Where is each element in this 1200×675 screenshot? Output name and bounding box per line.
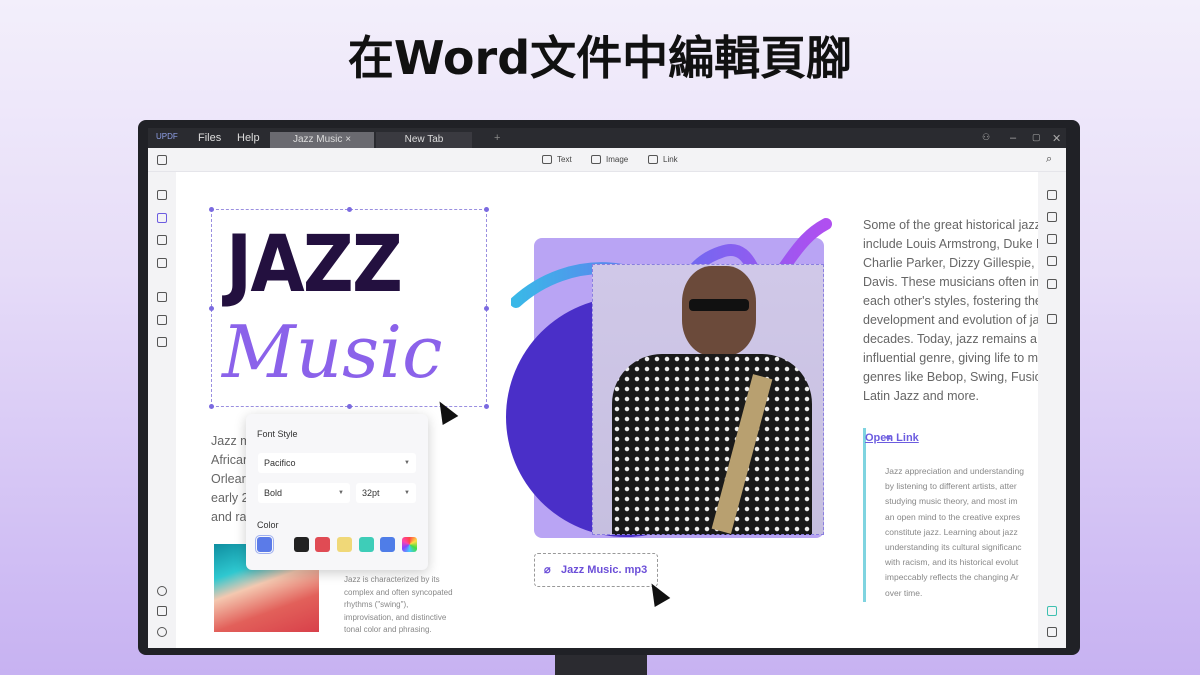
left-small-paragraph[interactable]: Jazz is characterized by itscomplex and … — [344, 574, 453, 637]
paperclip-icon: ⌀ — [544, 554, 551, 586]
ocr-icon[interactable] — [157, 292, 167, 302]
panel-toggle-icon[interactable] — [157, 155, 167, 165]
attachment-icon[interactable] — [157, 627, 167, 637]
ai-icon[interactable] — [1047, 606, 1057, 616]
left-paragraph[interactable]: Jazz mAfricarOrlearearly 2and ra — [211, 432, 251, 527]
tab-label: New Tab — [405, 134, 444, 145]
color-swatch-blue[interactable] — [380, 537, 395, 552]
font-size-select[interactable]: 32pt▼ — [356, 483, 416, 503]
app-logo: UPDF — [156, 132, 178, 141]
selected-image-frame[interactable] — [592, 264, 824, 535]
color-swatch-teal[interactable] — [359, 537, 374, 552]
menu-help[interactable]: Help — [237, 132, 260, 144]
chevron-down-icon: ▼ — [404, 453, 410, 473]
color-swatch-black[interactable] — [294, 537, 309, 552]
text-icon — [542, 155, 552, 164]
headline: 在Word文件中編輯頁腳 — [0, 22, 1200, 88]
color-swatch-yellow[interactable] — [337, 537, 352, 552]
tab-jazz-music[interactable]: Jazz Music × — [270, 132, 374, 148]
crop-icon[interactable] — [157, 315, 167, 325]
close-tab-icon[interactable]: × — [345, 134, 351, 145]
document-page: JAZZ Music Jazz mAfricarOrlearearly 2and… — [176, 172, 1038, 648]
organize-icon[interactable] — [157, 235, 167, 245]
search-icon[interactable]: ⌕ — [1046, 153, 1052, 166]
audio-filename: Jazz Music. mp3 — [561, 564, 647, 576]
image-label: Image — [606, 155, 628, 164]
export-icon[interactable] — [1047, 212, 1057, 222]
edit-icon[interactable] — [157, 190, 167, 200]
menu-files[interactable]: Files — [198, 132, 221, 144]
font-style-title: Font Style — [257, 429, 298, 439]
music-heading[interactable]: Music — [222, 310, 442, 394]
close-window-icon[interactable]: ✕ — [1052, 132, 1061, 145]
right-small-paragraph[interactable]: Jazz appreciation and understandingby li… — [885, 464, 1024, 601]
toolbar: Text Image Link ⌕ — [148, 148, 1066, 172]
font-style-popup: Font Style Pacifico▼ Bold▼ 32pt▼ Color — [246, 414, 428, 570]
current-color-swatch[interactable] — [257, 537, 272, 552]
font-weight-select[interactable]: Bold▼ — [258, 483, 350, 503]
quote-bar — [863, 428, 866, 602]
share-icon[interactable] — [1047, 256, 1057, 266]
custom-color-picker[interactable] — [402, 537, 417, 552]
edit-pdf-icon[interactable] — [157, 213, 167, 223]
add-tab-icon[interactable]: + — [494, 132, 500, 144]
title-bar: UPDF Files Help Jazz Music × New Tab + ⚇… — [148, 128, 1066, 148]
audio-attachment[interactable]: ⌀ Jazz Music. mp3 — [534, 553, 658, 587]
open-link[interactable]: Open Link — [865, 432, 919, 444]
email-icon[interactable] — [1047, 279, 1057, 289]
tab-label: Jazz Music — [293, 134, 342, 145]
left-sidebar — [148, 172, 176, 648]
monitor-stand — [555, 655, 647, 675]
save-icon[interactable] — [1047, 314, 1057, 324]
right-paragraph[interactable]: Some of the great historical jazz minclu… — [863, 216, 1038, 406]
chevron-down-icon: ▼ — [338, 483, 344, 503]
convert-icon[interactable] — [157, 258, 167, 268]
link-label: Link — [663, 155, 678, 164]
add-text-button[interactable]: Text — [542, 155, 572, 164]
minimize-icon[interactable]: – — [1010, 132, 1016, 144]
add-image-button[interactable]: Image — [591, 155, 628, 164]
add-link-button[interactable]: Link — [648, 155, 678, 164]
comments-icon[interactable] — [1047, 627, 1057, 637]
bookmark-icon[interactable] — [157, 606, 167, 616]
chevron-down-icon: ▼ — [404, 483, 410, 503]
maximize-icon[interactable]: ▢ — [1032, 132, 1041, 143]
tab-new-tab[interactable]: New Tab — [376, 132, 472, 148]
image-icon — [591, 155, 601, 164]
right-sidebar — [1038, 172, 1066, 648]
color-label: Color — [257, 520, 279, 530]
color-swatch-red[interactable] — [315, 537, 330, 552]
link-icon — [648, 155, 658, 164]
account-icon[interactable]: ⚇ — [982, 132, 990, 143]
layers-icon[interactable] — [157, 586, 167, 596]
font-family-select[interactable]: Pacifico▼ — [258, 453, 416, 473]
copy-icon[interactable] — [157, 337, 167, 347]
properties-icon[interactable] — [1047, 190, 1057, 200]
jazz-heading[interactable]: JAZZ — [226, 220, 401, 310]
text-label: Text — [557, 155, 572, 164]
protect-icon[interactable] — [1047, 234, 1057, 244]
